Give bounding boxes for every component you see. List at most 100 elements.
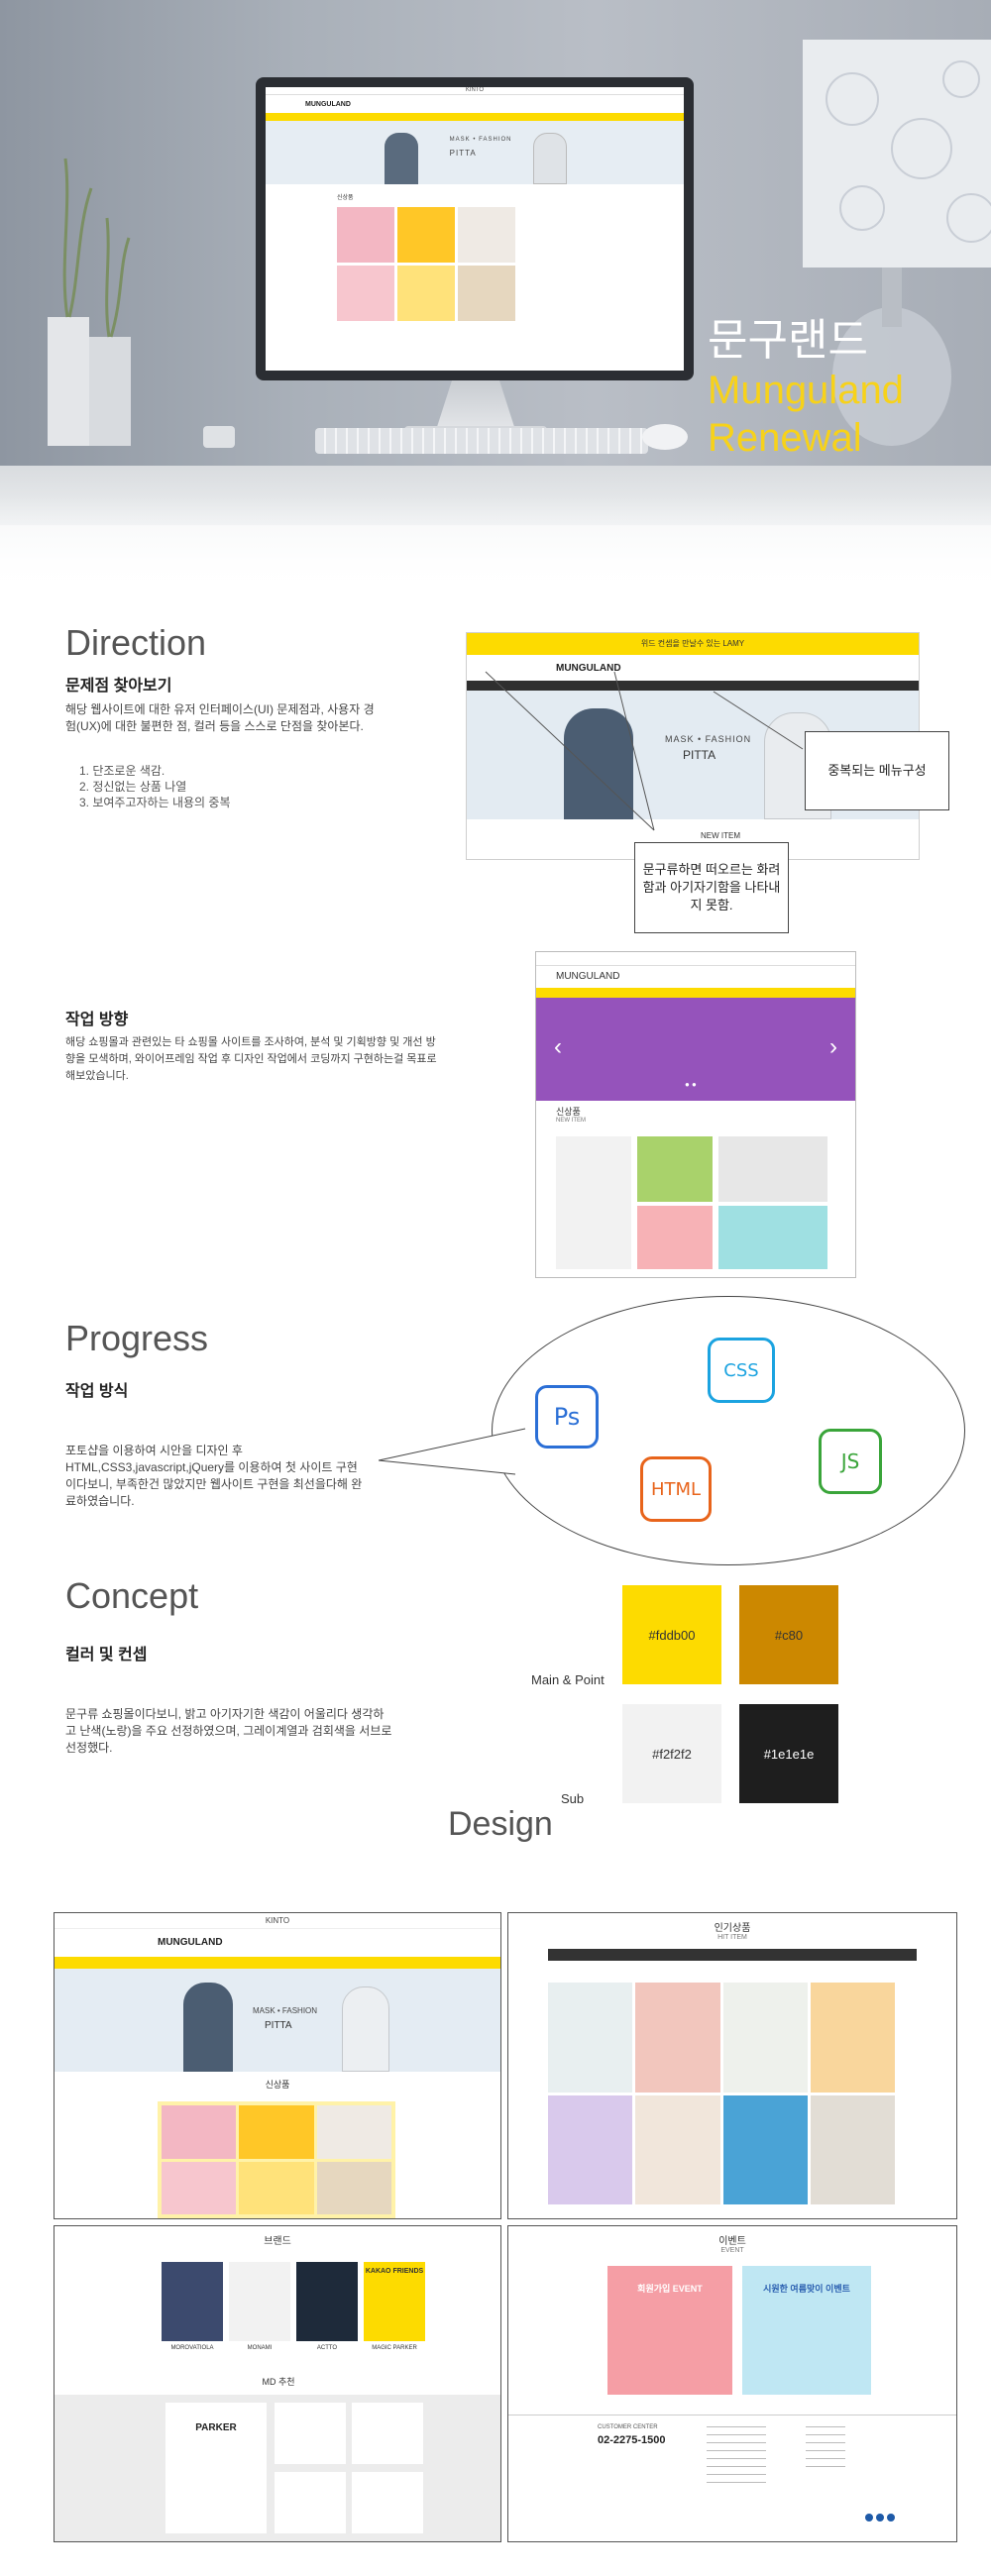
callout-menu: 중복되는 메뉴구성 <box>805 731 949 810</box>
card4-title: 이벤트 <box>718 2236 746 2247</box>
screen-header: MUNGULAND <box>266 95 684 113</box>
direction-list-item: 3. 보여주고자하는 내용의 중복 <box>79 796 231 809</box>
design-heading: Design <box>448 1805 553 1843</box>
screen-banner-brand: MASK • FASHION <box>449 137 512 143</box>
card1-person-right <box>342 1986 389 2072</box>
card2-product-tile <box>810 2094 895 2204</box>
card1-nav <box>55 1957 500 1969</box>
card1-product-tile <box>239 2105 314 2159</box>
direction-subheading: 문제점 찾아보기 <box>65 678 172 695</box>
card2-sub: HIT ITEM <box>717 1934 747 1941</box>
wire-prev-icon[interactable]: ‹ <box>554 1033 562 1061</box>
direction-heading: Direction <box>65 622 207 663</box>
wire-box <box>637 1206 713 1269</box>
direction-paragraph: 해당 웹사이트에 대한 유저 인터페이스(UI) 문제점과, 사용자 경험(UX… <box>65 702 375 733</box>
card1-product-tile <box>316 2105 391 2159</box>
card4-event-signup[interactable]: 회원가입 EVENT <box>607 2266 732 2395</box>
blog-icon[interactable] <box>887 2514 895 2522</box>
card4-footer-links <box>806 2426 845 2474</box>
direction-list: 1. 단조로운 색감. 2. 정신없는 상품 나열 3. 보여주고자하는 내용의… <box>79 763 231 810</box>
swatch-sub-light: #f2f2f2 <box>622 1704 721 1803</box>
swatch-sub-dark: #1e1e1e <box>739 1704 838 1803</box>
card2-product-tile <box>635 2094 720 2204</box>
main-point-label: Main & Point <box>531 1672 605 1687</box>
design-card-main: KINTO MUNGULAND MASK • FASHION PITTA 신상품 <box>54 1912 501 2219</box>
wire-box <box>718 1136 827 1202</box>
screen-product <box>337 266 394 321</box>
card2-title: 인기상품 <box>714 1923 751 1934</box>
card1-brand: MASK • FASHION <box>253 2006 318 2015</box>
screen-product <box>458 207 515 263</box>
card1-logo: MUNGULAND <box>158 1937 223 1948</box>
progress-subheading: 작업 방식 <box>65 1383 129 1400</box>
html-icon: HTML <box>640 1456 712 1522</box>
wire-dots-icon[interactable]: ● ● <box>685 1080 697 1089</box>
card4-event-summer[interactable]: 시원한 여름맞이 이벤트 <box>742 2266 871 2395</box>
card2-product-tile <box>548 1983 633 2093</box>
screen-logo: MUNGULAND <box>305 100 351 108</box>
card3-brand-label: MAGIC PARKER <box>372 2345 417 2351</box>
hero-title-en-1: Munguland <box>708 369 904 412</box>
card4-sub: EVENT <box>720 2247 744 2254</box>
concept-subheading: 컬러 및 컨셉 <box>65 1647 148 1664</box>
card3-kakao-tile: KAKAO FRIENDS <box>364 2262 425 2341</box>
wire-top <box>536 952 855 966</box>
progress-paragraph: 포토샵을 이용하여 시안을 디자인 후 HTML,CSS3,javascript… <box>65 1444 363 1508</box>
card2-product-tile <box>722 1983 808 2093</box>
design-card-hit-item: 인기상품 HIT ITEM <box>507 1912 957 2219</box>
hero-title-kr: 문구랜드 <box>708 316 868 365</box>
card3-pen-tile <box>352 2472 423 2533</box>
instagram-icon[interactable] <box>876 2514 884 2522</box>
hero-title-en-2: Renewal <box>708 416 862 460</box>
concept-paragraph: 문구류 쇼핑몰이다보니, 밝고 아기자기한 색감이 어울리다 생각하고 난색(노… <box>65 1707 392 1755</box>
card1-person-left <box>183 1983 233 2072</box>
cup <box>203 426 235 448</box>
wire-next-icon[interactable]: › <box>829 1033 837 1061</box>
screen-product <box>397 266 455 321</box>
wire-box <box>637 1136 713 1202</box>
screen-banner-product: PITTA <box>449 149 477 158</box>
card4-center-label: CUSTOMER CENTER <box>598 2424 658 2430</box>
wire-box <box>718 1206 827 1269</box>
screen-product-grid <box>266 201 684 321</box>
card1-banner: MASK • FASHION PITTA <box>55 1969 500 2072</box>
card4-footer-links <box>707 2426 766 2486</box>
card2-product-tile <box>635 1983 720 2093</box>
keyboard <box>315 428 648 454</box>
design-card-brand: 브랜드 MOROVATIOLA MONAMI ACTTO KAKAO FRIEN… <box>54 2225 501 2542</box>
card3-pen-tile <box>275 2472 346 2533</box>
progress-heading: Progress <box>65 1318 209 1358</box>
photoshop-icon: Ps <box>535 1385 599 1449</box>
card3-brand-label: MOROVATIOLA <box>170 2345 214 2351</box>
sub-label: Sub <box>561 1791 585 1806</box>
facebook-icon[interactable] <box>865 2514 873 2522</box>
screen-product <box>397 207 455 263</box>
card3-brand-tile <box>229 2262 290 2341</box>
plan-subheading: 작업 방향 <box>65 1012 129 1028</box>
design-card-event: 이벤트 EVENT 회원가입 EVENT 시원한 여름맞이 이벤트 CUSTOM… <box>507 2225 957 2542</box>
card2-tabs[interactable] <box>548 1949 917 1961</box>
card4-phone: 02-2275-1500 <box>598 2434 666 2446</box>
hero-fade <box>0 495 991 594</box>
js-icon: JS <box>819 1429 882 1494</box>
card2-product-grid <box>548 1983 895 2204</box>
concept-heading: Concept <box>65 1575 199 1616</box>
mouse <box>642 424 688 450</box>
card3-pen-tile <box>275 2403 346 2464</box>
card1-product-tile <box>239 2161 314 2214</box>
hero-section: KINTO MUNGULAND MASK • FASHION PITTA 신상품 <box>0 0 991 594</box>
card1-product-tile <box>162 2161 237 2214</box>
plant-illustration <box>48 158 131 446</box>
card1-section: 신상품 <box>265 2080 290 2090</box>
wireframe-screenshot: MUNGULAND ‹ › ● ● 신상품 NEW ITEM <box>535 951 856 1278</box>
card1-product-grid <box>158 2101 395 2218</box>
wire-nav <box>536 988 855 998</box>
screen-person-left <box>385 133 418 184</box>
wire-banner: ‹ › ● ● <box>536 998 855 1101</box>
card2-product-tile <box>548 2094 633 2204</box>
screen-section-title: 신상품 <box>337 195 354 201</box>
card3-title: 브랜드 <box>264 2236 291 2247</box>
card3-md-title: MD 추천 <box>262 2377 295 2387</box>
monitor: KINTO MUNGULAND MASK • FASHION PITTA 신상품 <box>256 77 694 380</box>
card1-product: PITTA <box>265 2020 292 2031</box>
